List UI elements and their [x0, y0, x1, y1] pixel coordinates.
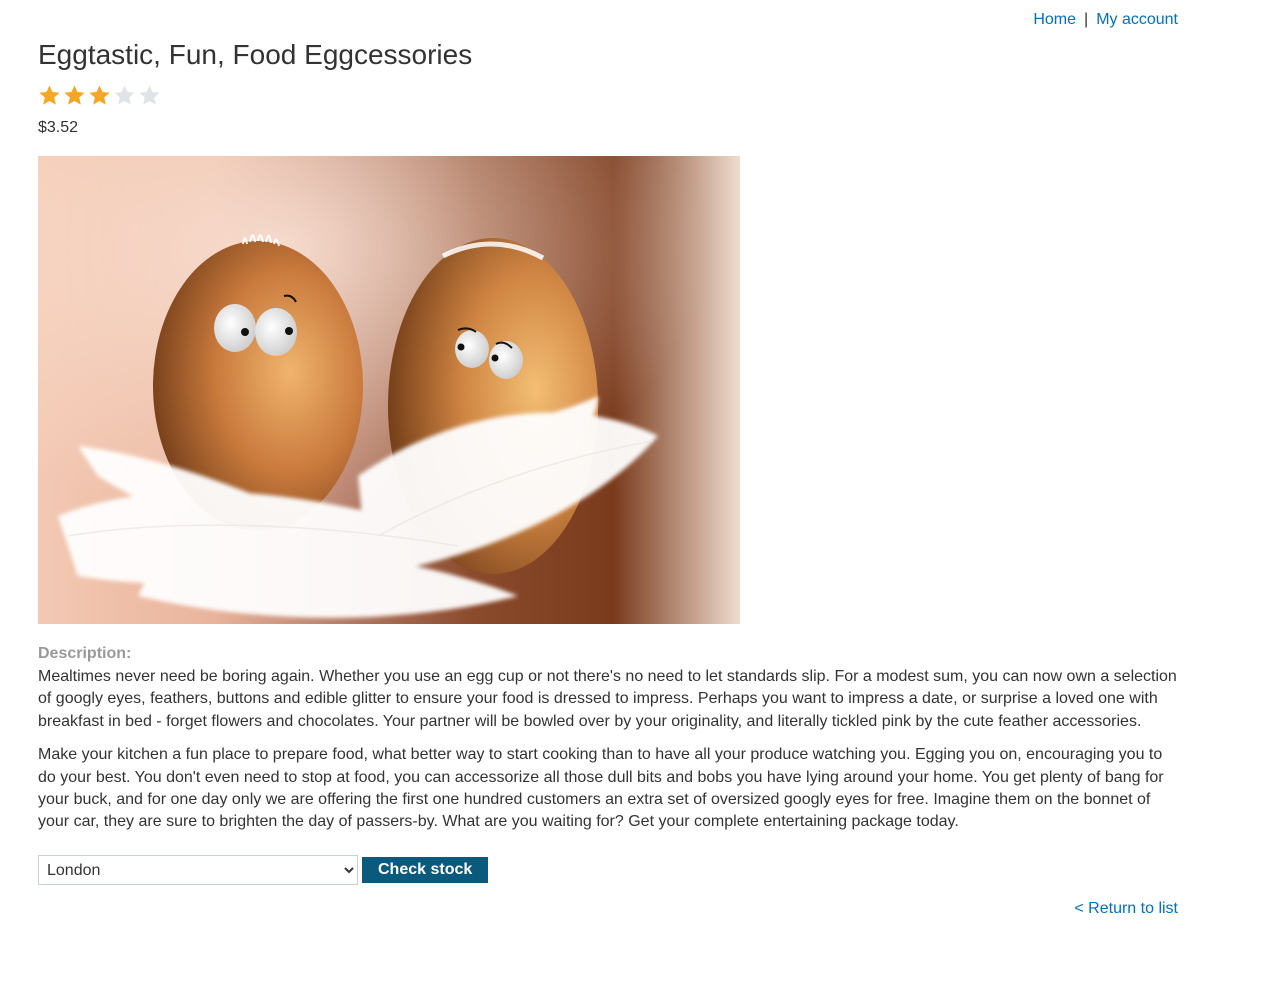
top-navigation: Home | My account [1033, 11, 1178, 29]
star-icon [63, 84, 86, 107]
star-icon [88, 84, 111, 107]
description-paragraph: Mealtimes never need be boring again. Wh… [38, 668, 1177, 730]
location-select[interactable]: London [38, 855, 358, 885]
check-stock-button[interactable]: Check stock [362, 857, 489, 883]
product-image [38, 156, 740, 624]
star-icon [138, 84, 161, 107]
product-price: $3.52 [38, 119, 79, 136]
product-description: Mealtimes never need be boring again. Wh… [38, 666, 1180, 845]
home-link[interactable]: Home [1033, 11, 1076, 28]
star-icon [113, 84, 136, 107]
star-rating [38, 84, 161, 107]
product-title: Eggtastic, Fun, Food Eggcessories [38, 39, 473, 70]
return-to-list-link[interactable]: < Return to list [1074, 900, 1178, 918]
description-paragraph: Make your kitchen a fun place to prepare… [38, 746, 1164, 831]
star-icon [38, 84, 61, 107]
nav-separator: | [1084, 11, 1089, 28]
description-label: Description: [38, 645, 132, 662]
product-page: Home | My account Eggtastic, Fun, Food Egg… [0, 0, 1288, 991]
stock-check-form: London Check stock [38, 855, 489, 885]
my-account-link[interactable]: My account [1096, 11, 1178, 28]
